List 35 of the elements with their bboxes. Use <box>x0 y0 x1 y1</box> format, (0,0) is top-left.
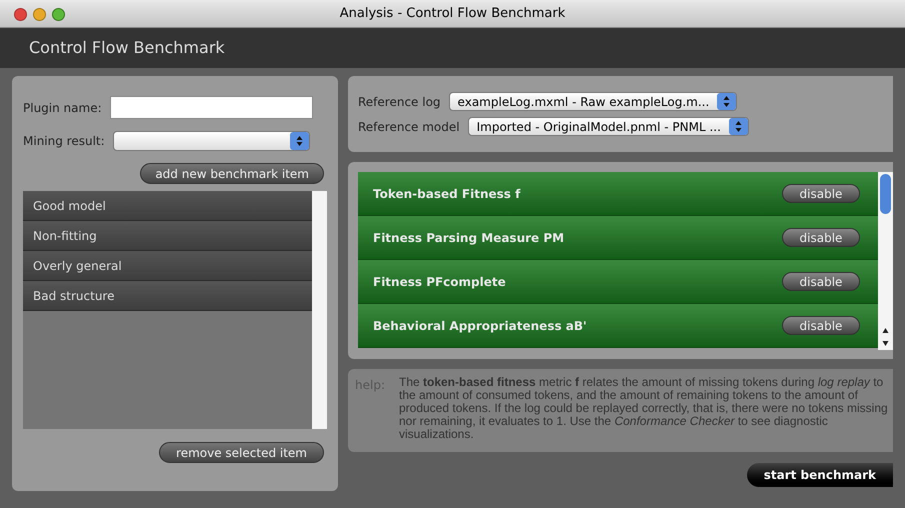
benchmark-item[interactable]: Bad structure <box>23 281 312 311</box>
field-label: Reference model <box>358 118 460 136</box>
plugin-name-field[interactable] <box>110 96 313 119</box>
benchmark-item[interactable]: Good model <box>23 191 312 221</box>
metric-label: Fitness PFcomplete <box>373 274 506 290</box>
stepper-icon <box>728 118 748 135</box>
reference-model-dropdown[interactable]: Imported - OriginalModel.pnml - PNML ... <box>468 117 749 136</box>
reference-log-dropdown[interactable]: exampleLog.mxml - Raw exampleLog.m... <box>448 92 738 111</box>
scrollbar[interactable] <box>878 172 893 350</box>
mining-result-dropdown[interactable] <box>112 131 310 151</box>
scrollbar-track[interactable] <box>312 191 327 429</box>
disable-button[interactable]: disable <box>782 184 860 203</box>
field-label: Mining result: <box>23 133 105 150</box>
stepper-icon <box>717 93 736 110</box>
scrollbar-thumb[interactable] <box>880 174 891 214</box>
metric-label: Behavioral Appropriateness aB' <box>373 318 587 334</box>
zoom-icon[interactable] <box>52 8 65 21</box>
disable-button[interactable]: disable <box>782 228 860 247</box>
benchmark-item[interactable]: Non-fitting <box>23 221 312 251</box>
window-title: Analysis - Control Flow Benchmark <box>340 6 566 21</box>
start-benchmark-button[interactable]: start benchmark <box>746 463 893 487</box>
minimize-icon[interactable] <box>33 8 46 21</box>
add-item-button[interactable]: add new benchmark item <box>140 163 324 184</box>
stepper-icon <box>290 132 309 150</box>
disable-button[interactable]: disable <box>782 272 860 291</box>
field-label: Plugin name: <box>23 100 102 116</box>
close-icon[interactable] <box>14 8 27 21</box>
disable-button[interactable]: disable <box>782 316 860 335</box>
metric-label: Fitness Parsing Measure PM <box>373 230 564 246</box>
help-text: The token-based fitness metric f relates the amount of missing tokens during log replay to the amount of consumed tokens, and the amount of remaining tokens to the amount of produced tokens. If the log could be replayed correctly, that is, there were no tokens missing nor remaining, it evaluates to 1. Use the Conformance Checker to see diagnostic visualizations. <box>398 376 889 443</box>
benchmark-item[interactable]: Overly general <box>23 251 312 281</box>
header-title: Control Flow Benchmark <box>29 37 225 59</box>
field-label: Reference log <box>358 94 441 110</box>
metric-label: Token-based Fitness f <box>373 186 520 202</box>
remove-item-button[interactable]: remove selected item <box>159 442 324 463</box>
